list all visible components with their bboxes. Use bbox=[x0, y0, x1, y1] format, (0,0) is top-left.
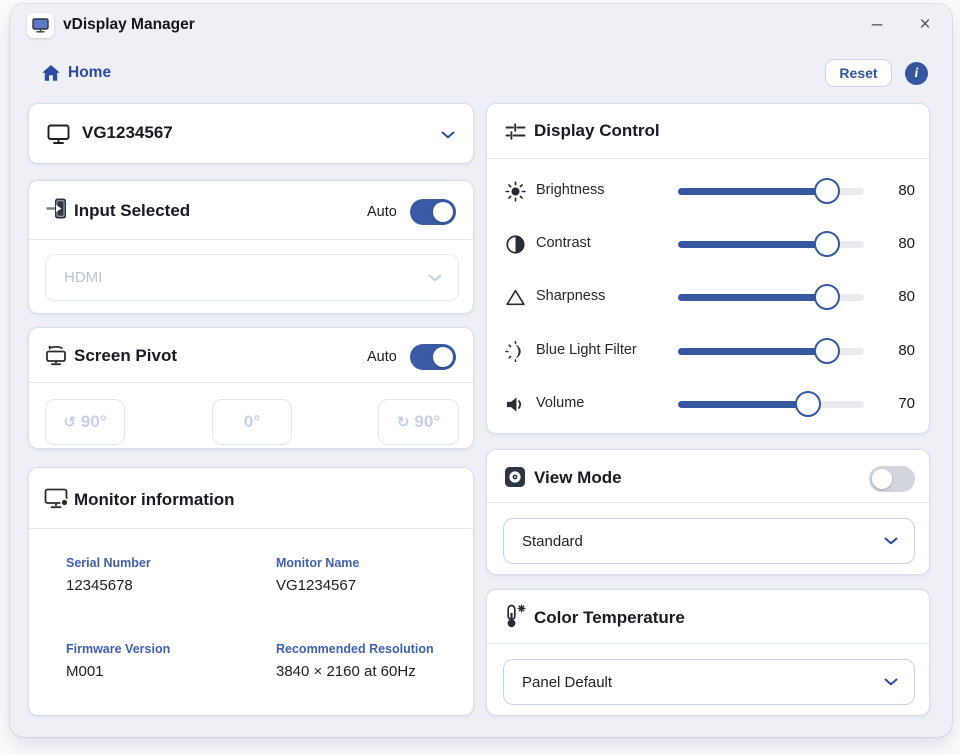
rotate-ccw-icon: ↺ bbox=[63, 413, 76, 431]
view-mode-dropdown[interactable]: Standard bbox=[503, 518, 915, 564]
sliders-icon bbox=[505, 121, 526, 142]
blue-light-filter-icon bbox=[504, 340, 526, 362]
view-mode-card: View Mode Standard bbox=[486, 449, 930, 575]
brightness-slider-row: Brightness 80 bbox=[487, 176, 931, 206]
input-source-icon bbox=[46, 197, 67, 220]
contrast-slider-row: Contrast 80 bbox=[487, 229, 931, 259]
info-icon[interactable]: i bbox=[905, 62, 928, 85]
chevron-down-icon bbox=[884, 678, 898, 686]
monitor-icon bbox=[47, 124, 70, 145]
input-selected-card: Input Selected Auto HDMI bbox=[28, 180, 474, 314]
brightness-label: Brightness bbox=[536, 182, 605, 198]
contrast-icon bbox=[504, 233, 526, 255]
blue-light-filter-slider-row: Blue Light Filter 80 bbox=[487, 336, 931, 366]
chevron-down-icon bbox=[441, 131, 455, 139]
volume-slider-row: Volume 70 bbox=[487, 389, 931, 419]
view-mode-icon bbox=[504, 466, 526, 488]
sharpness-icon bbox=[504, 286, 526, 308]
screen-pivot-card: Screen Pivot Auto ↺ 90° 0° ↻ 90° bbox=[28, 327, 474, 449]
app-logo-monitor-icon bbox=[27, 13, 54, 38]
recommended-resolution-value: 3840 × 2160 at 60Hz bbox=[276, 663, 434, 680]
contrast-label: Contrast bbox=[536, 235, 591, 251]
recommended-resolution-label: Recommended Resolution bbox=[276, 642, 434, 656]
input-auto-toggle[interactable] bbox=[410, 199, 456, 225]
display-control-card: Display Control Brightness 80 bbox=[486, 103, 930, 434]
chevron-down-icon bbox=[884, 537, 898, 545]
display-control-title: Display Control bbox=[534, 121, 660, 141]
monitor-selector-value: VG1234567 bbox=[82, 123, 173, 143]
view-mode-toggle[interactable] bbox=[869, 466, 915, 492]
serial-number-field: Serial Number 12345678 bbox=[66, 556, 151, 594]
home-icon bbox=[41, 64, 61, 82]
recommended-resolution-field: Recommended Resolution 3840 × 2160 at 60… bbox=[276, 642, 434, 680]
input-source-value: HDMI bbox=[64, 269, 102, 286]
monitor-information-title: Monitor information bbox=[74, 490, 235, 510]
app-title: vDisplay Manager bbox=[63, 16, 195, 34]
monitor-selector[interactable]: VG1234567 bbox=[28, 103, 474, 164]
rotate-0-label: 0° bbox=[244, 412, 260, 432]
color-temperature-icon bbox=[504, 604, 527, 629]
input-selected-title: Input Selected bbox=[74, 201, 190, 221]
sharpness-slider-row: Sharpness 80 bbox=[487, 282, 931, 312]
brightness-value: 80 bbox=[873, 182, 915, 199]
monitor-name-value: VG1234567 bbox=[276, 577, 359, 594]
brightness-icon bbox=[504, 180, 526, 202]
pivot-auto-label: Auto bbox=[367, 349, 397, 365]
monitor-information-card: Monitor information Serial Number 123456… bbox=[28, 467, 474, 716]
minimize-button[interactable]: – bbox=[863, 11, 891, 39]
reset-button[interactable]: Reset bbox=[825, 59, 892, 87]
chevron-down-icon bbox=[428, 274, 442, 282]
input-auto-label: Auto bbox=[367, 204, 397, 220]
blue-light-filter-value: 80 bbox=[873, 342, 915, 359]
color-temperature-dropdown[interactable]: Panel Default bbox=[503, 659, 915, 705]
app-window: vDisplay Manager – × Home Reset i VG1234… bbox=[10, 4, 952, 737]
volume-label: Volume bbox=[536, 395, 584, 411]
rotate-cw-label: 90° bbox=[414, 412, 440, 432]
monitor-name-field: Monitor Name VG1234567 bbox=[276, 556, 359, 594]
monitor-name-label: Monitor Name bbox=[276, 556, 359, 570]
screen-pivot-icon bbox=[44, 343, 68, 366]
color-temperature-value: Panel Default bbox=[522, 674, 612, 691]
rotate-cw-90-button[interactable]: ↻ 90° bbox=[378, 399, 459, 445]
rotate-ccw-90-button[interactable]: ↺ 90° bbox=[45, 399, 125, 445]
view-mode-title: View Mode bbox=[534, 468, 622, 488]
input-source-dropdown: HDMI bbox=[45, 254, 459, 301]
sharpness-label: Sharpness bbox=[536, 288, 605, 304]
serial-number-value: 12345678 bbox=[66, 577, 151, 594]
firmware-version-value: M001 bbox=[66, 663, 170, 680]
volume-icon bbox=[504, 393, 526, 415]
rotate-cw-icon: ↻ bbox=[397, 413, 410, 431]
rotate-ccw-label: 90° bbox=[81, 412, 107, 432]
volume-value: 70 bbox=[873, 395, 915, 412]
pivot-auto-toggle[interactable] bbox=[410, 344, 456, 370]
serial-number-label: Serial Number bbox=[66, 556, 151, 570]
view-mode-value: Standard bbox=[522, 533, 583, 550]
firmware-version-field: Firmware Version M001 bbox=[66, 642, 170, 680]
sharpness-value: 80 bbox=[873, 288, 915, 305]
firmware-version-label: Firmware Version bbox=[66, 642, 170, 656]
blue-light-filter-label: Blue Light Filter bbox=[536, 342, 637, 358]
screen-pivot-title: Screen Pivot bbox=[74, 346, 177, 366]
rotate-0-button[interactable]: 0° bbox=[212, 399, 292, 445]
monitor-info-icon bbox=[44, 488, 69, 510]
contrast-value: 80 bbox=[873, 235, 915, 252]
breadcrumb-home[interactable]: Home bbox=[68, 64, 111, 82]
color-temperature-title: Color Temperature bbox=[534, 608, 685, 628]
close-button[interactable]: × bbox=[911, 11, 939, 39]
color-temperature-card: Color Temperature Panel Default bbox=[486, 589, 930, 716]
